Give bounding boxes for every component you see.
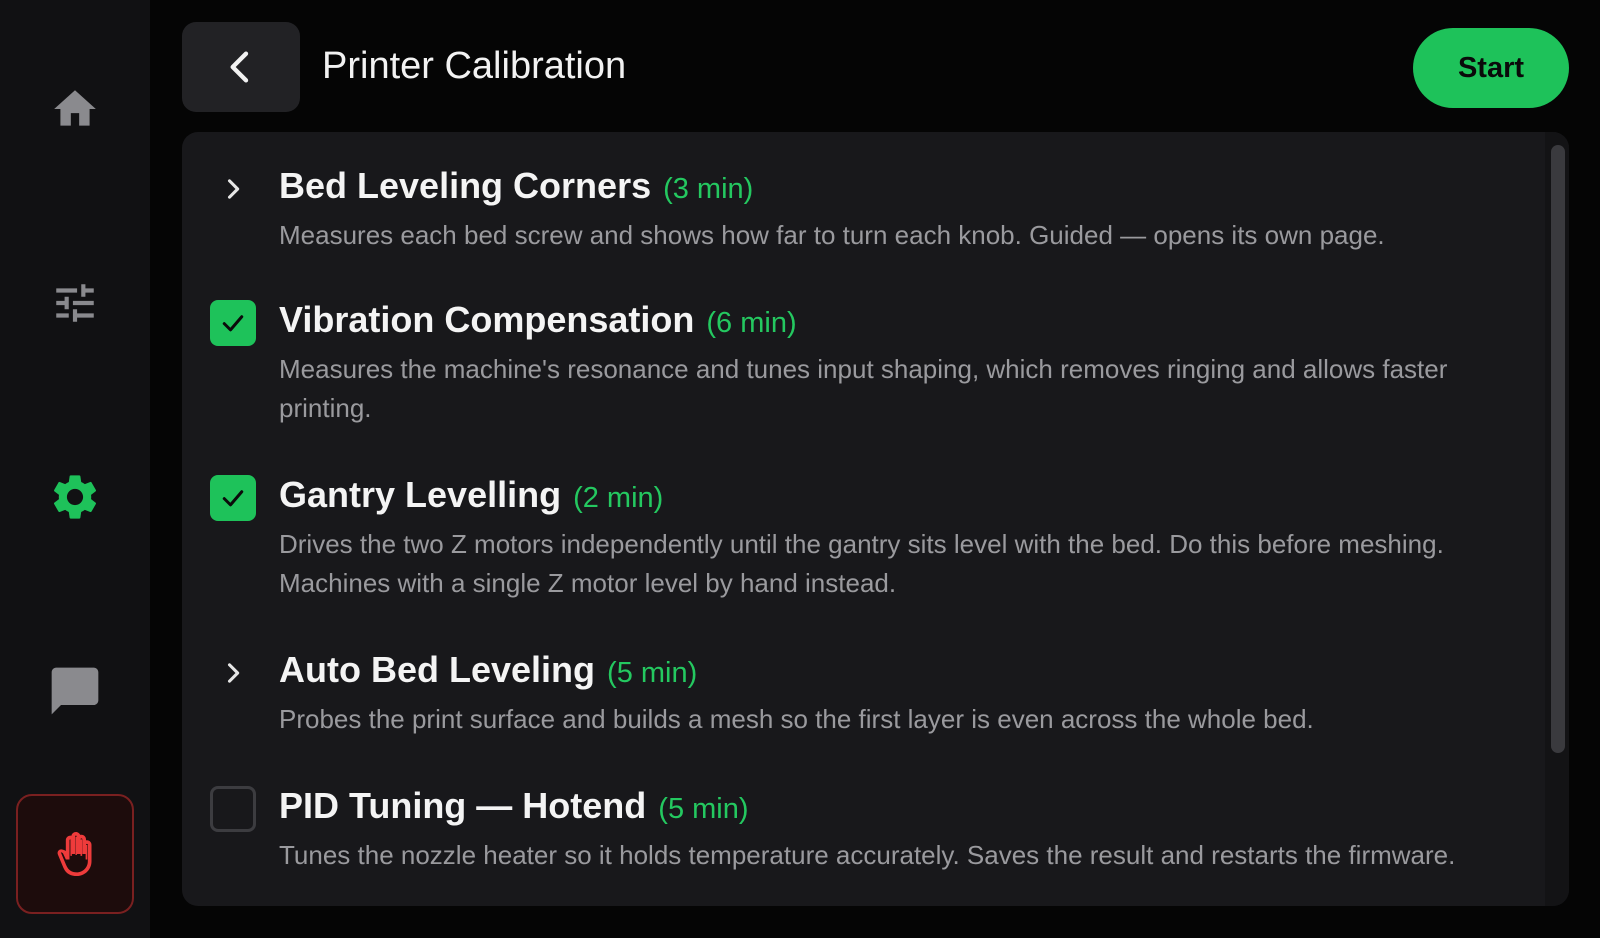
item-title: Auto Bed Leveling (5 min) xyxy=(279,648,697,700)
nav-home-button[interactable] xyxy=(16,50,134,168)
calibration-list: Bed Leveling Corners (3 min) Measures eac… xyxy=(182,132,1569,906)
chat-icon xyxy=(51,667,99,715)
item-duration: (2 min) xyxy=(573,482,664,514)
expand-button[interactable] xyxy=(210,650,256,696)
item-name: Bed Leveling Corners xyxy=(279,165,652,206)
item-description: Drives the two Z motors independently un… xyxy=(279,529,1444,598)
chevron-left-icon xyxy=(230,51,249,83)
back-button[interactable] xyxy=(182,22,300,112)
page-title: Printer Calibration xyxy=(322,45,627,87)
check-icon xyxy=(222,490,244,507)
item-name: Auto Bed Leveling xyxy=(279,649,596,690)
item-duration: (5 min) xyxy=(658,793,749,825)
sliders-icon xyxy=(56,284,94,322)
item-description: Probes the print surface and builds a me… xyxy=(279,704,1314,734)
item-title: PID Tuning — Hotend (5 min) xyxy=(279,784,749,836)
check-icon xyxy=(222,315,244,332)
checkbox-checked[interactable] xyxy=(210,475,256,521)
gear-icon xyxy=(53,475,97,519)
home-icon xyxy=(54,90,96,126)
start-button[interactable]: Start xyxy=(1413,28,1569,108)
app-root: Printer Calibration Start Bed Leveling C… xyxy=(0,0,1600,938)
item-name: Gantry Levelling xyxy=(279,474,562,515)
emergency-stop-button[interactable] xyxy=(16,794,134,914)
item-duration: (3 min) xyxy=(663,173,754,205)
item-name: Vibration Compensation xyxy=(279,299,695,340)
checkbox-checked[interactable] xyxy=(210,300,256,346)
item-title: Gantry Levelling (2 min) xyxy=(279,473,663,525)
item-name: PID Tuning — Hotend xyxy=(279,785,647,826)
item-duration: (5 min) xyxy=(607,657,698,689)
sidebar xyxy=(0,0,150,938)
item-description: Tunes the nozzle heater so it holds temp… xyxy=(279,840,1456,870)
item-description: Measures the machine's resonance and tun… xyxy=(279,354,1448,423)
nav-settings-button[interactable] xyxy=(16,438,134,556)
nav-tune-button[interactable] xyxy=(16,244,134,362)
hand-stop-icon xyxy=(57,832,92,876)
item-title: Bed Leveling Corners (3 min) xyxy=(279,164,753,216)
item-title: Vibration Compensation (6 min) xyxy=(279,298,797,350)
chevron-right-icon xyxy=(227,179,240,199)
scrollbar-thumb[interactable] xyxy=(1551,145,1565,753)
nav-console-button[interactable] xyxy=(16,632,134,750)
item-description: Measures each bed screw and shows how fa… xyxy=(279,220,1385,250)
chevron-right-icon xyxy=(227,663,240,683)
expand-button[interactable] xyxy=(210,166,256,212)
checkbox-unchecked[interactable] xyxy=(210,786,256,832)
item-duration: (6 min) xyxy=(706,307,797,339)
